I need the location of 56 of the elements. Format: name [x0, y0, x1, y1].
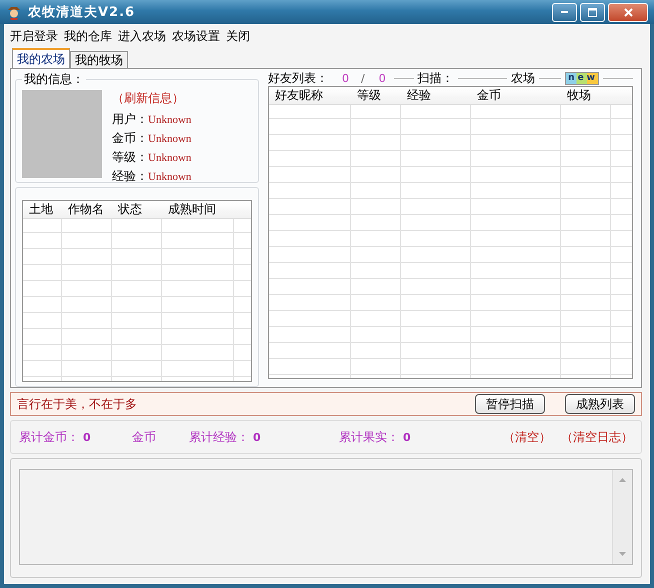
menu-item[interactable]: 农场设置 [172, 28, 220, 44]
menu-item[interactable]: 关闭 [226, 28, 250, 44]
column-header[interactable]: 状态 [112, 201, 162, 218]
app-icon [6, 4, 22, 20]
window-title: 农牧清道夫V2.6 [28, 4, 136, 21]
clear-link[interactable]: （清空日志） [561, 428, 633, 446]
action-button[interactable]: 暂停扫描 [475, 394, 545, 414]
tab[interactable]: 我的牧场 [70, 51, 128, 68]
tab[interactable]: 我的农场 [12, 48, 70, 68]
column-header[interactable]: 经验 [401, 87, 471, 104]
refresh-link[interactable]: （刷新信息） [112, 90, 192, 107]
field-value: Unknown [148, 171, 192, 183]
field-label: 金币： [112, 130, 148, 147]
farm-label: 农场 [511, 70, 536, 86]
minimize-button[interactable] [552, 2, 577, 22]
stat-value: 0 [403, 430, 411, 444]
stat-label: 累计果实： [339, 428, 399, 446]
column-header[interactable]: 金币 [471, 87, 561, 104]
stat-label: 累计金币： [19, 428, 79, 446]
column-header[interactable]: 好友昵称 [269, 87, 351, 104]
count-separator: / [361, 72, 365, 84]
group-title: 好友列表： [268, 70, 328, 86]
scroll-down-icon[interactable] [619, 552, 626, 556]
clear-link[interactable]: （清空） [503, 428, 551, 446]
scroll-up-icon[interactable] [619, 478, 626, 482]
stat-value: 0 [253, 430, 261, 444]
scroll-bar[interactable] [612, 470, 632, 564]
stat-label: 金币 [132, 428, 156, 446]
column-header[interactable]: 作物名 [62, 201, 112, 218]
field-value: Unknown [148, 133, 192, 145]
stat-label: 累计经验： [189, 428, 249, 446]
stat-value: 0 [83, 430, 91, 444]
minimize-icon [561, 11, 568, 13]
maximize-icon [588, 8, 597, 16]
column-header[interactable]: 牧场 [561, 87, 611, 104]
close-icon [624, 8, 632, 16]
menu-item[interactable]: 进入农场 [118, 28, 166, 44]
field-label: 等级： [112, 149, 148, 166]
friend-total: 0 [378, 72, 386, 84]
field-value: Unknown [148, 152, 192, 164]
scan-label: 扫描： [418, 70, 454, 86]
friend-count: 0 [342, 72, 349, 84]
column-header[interactable]: 等级 [351, 87, 401, 104]
column-header[interactable]: 成熟时间 [162, 201, 234, 218]
field-label: 经验： [112, 168, 148, 185]
close-button[interactable] [608, 2, 648, 22]
log-box[interactable] [19, 469, 633, 565]
action-button[interactable]: 成熟列表 [565, 394, 635, 414]
maximize-button[interactable] [580, 2, 605, 22]
field-label: 用户： [112, 111, 148, 128]
menu-item[interactable]: 开启登录 [10, 28, 58, 44]
group-title: 我的信息： [23, 71, 85, 88]
field-value: Unknown [148, 114, 192, 126]
menu-item[interactable]: 我的仓库 [64, 28, 112, 44]
column-header[interactable]: 土地 [23, 201, 62, 218]
status-message: 言行在于美，不在于多 [17, 396, 138, 412]
